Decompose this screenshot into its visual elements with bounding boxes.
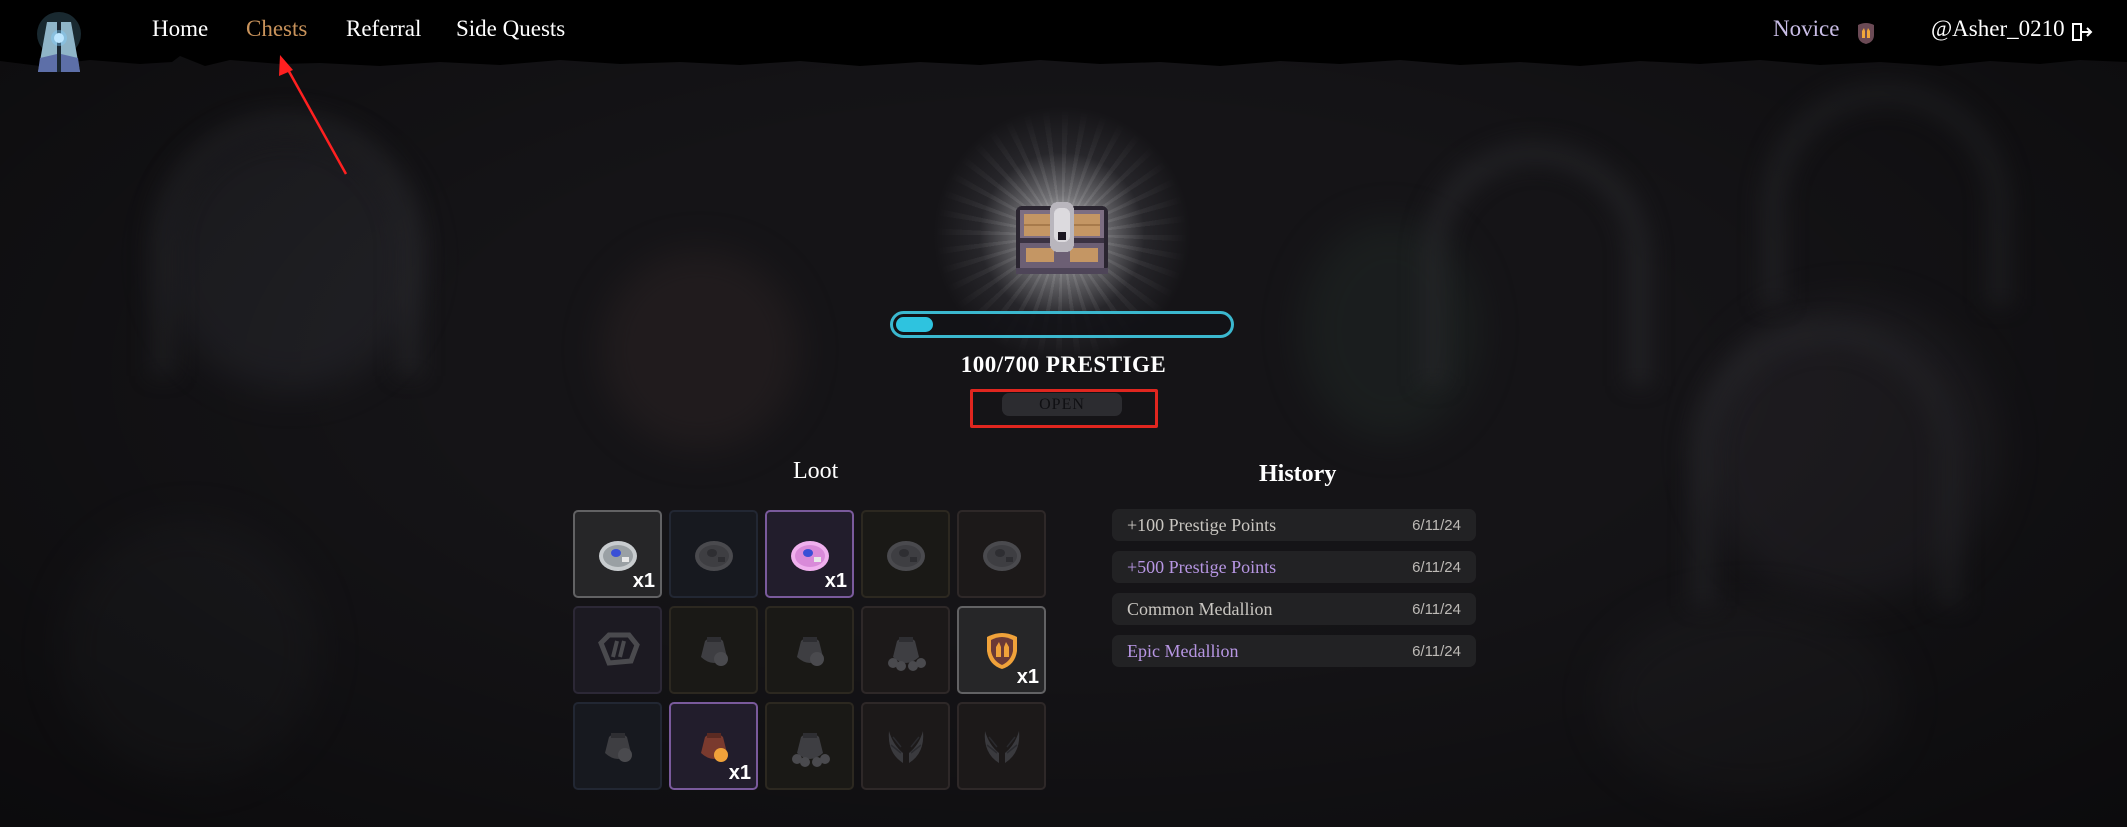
small-coin-pouch-icon (691, 627, 737, 673)
nav-referral[interactable]: Referral (346, 16, 421, 42)
history-date: 6/11/24 (1412, 601, 1461, 618)
loot-grid: x1 x1 x1 x1 (573, 510, 1053, 798)
prestige-progress-bar (890, 311, 1234, 338)
nav-side-quests[interactable]: Side Quests (456, 16, 565, 42)
history-date: 6/11/24 (1412, 517, 1461, 534)
coin-sack-pile-icon (787, 723, 833, 769)
history-row: Epic Medallion 6/11/24 (1112, 635, 1476, 667)
loot-slot[interactable] (765, 606, 854, 694)
loot-slot[interactable] (573, 702, 662, 790)
wings-icon (979, 723, 1025, 769)
history-title: History (1259, 461, 1337, 487)
prestige-count: 100/700 PRESTIGE (960, 352, 1167, 377)
history-row: +100 Prestige Points 6/11/24 (1112, 509, 1476, 541)
loot-slot[interactable] (957, 510, 1046, 598)
loot-quantity: x1 (632, 570, 655, 592)
history-date: 6/11/24 (1412, 559, 1461, 576)
mythic-medallion-icon (979, 531, 1025, 577)
legendary-medallion-icon (883, 531, 929, 577)
top-nav-bar: Home Chests Referral Side Quests Novice … (0, 0, 2127, 72)
loot-quantity: x1 (824, 570, 847, 592)
wings-icon (883, 723, 929, 769)
pillar-gate-logo-icon[interactable] (34, 8, 84, 72)
loot-quantity: x1 (1016, 666, 1039, 688)
open-chest-button[interactable]: OPEN (1002, 393, 1122, 416)
nav-home[interactable]: Home (152, 16, 208, 42)
loot-slot[interactable] (957, 702, 1046, 790)
history-row: +500 Prestige Points 6/11/24 (1112, 551, 1476, 583)
username[interactable]: @Asher_0210 (1931, 16, 2065, 42)
loot-slot[interactable] (669, 510, 758, 598)
loot-slot[interactable] (765, 702, 854, 790)
rank-badge-icon (595, 627, 641, 673)
loot-slot[interactable]: x1 (669, 702, 758, 790)
loot-slot[interactable]: x1 (765, 510, 854, 598)
tiny-coin-pouch-icon (595, 723, 641, 769)
large-coin-pile-icon (883, 627, 929, 673)
nav-chests[interactable]: Chests (246, 16, 307, 42)
prestige-progress-fill (896, 317, 933, 332)
rare-medallion-icon (691, 531, 737, 577)
history-row: Common Medallion 6/11/24 (1112, 593, 1476, 625)
loot-slot[interactable] (861, 510, 950, 598)
history-date: 6/11/24 (1412, 643, 1461, 660)
loot-slot[interactable] (669, 606, 758, 694)
novice-shield-icon (1858, 23, 1874, 44)
loot-slot[interactable] (861, 702, 950, 790)
loot-slot[interactable] (573, 606, 662, 694)
history-label: +100 Prestige Points (1127, 515, 1277, 535)
loot-slot[interactable] (861, 606, 950, 694)
history-label: +500 Prestige Points (1127, 557, 1277, 577)
treasure-chest-icon (1016, 202, 1108, 274)
logout-icon[interactable] (2071, 22, 2093, 42)
loot-title: Loot (793, 458, 839, 484)
loot-slot[interactable]: x1 (573, 510, 662, 598)
loot-quantity: x1 (728, 762, 751, 784)
loot-slot[interactable]: x1 (957, 606, 1046, 694)
history-label: Epic Medallion (1127, 641, 1239, 661)
rank-label: Novice (1773, 16, 1840, 41)
medium-coin-pouch-icon (787, 627, 833, 673)
history-label: Common Medallion (1127, 599, 1273, 619)
